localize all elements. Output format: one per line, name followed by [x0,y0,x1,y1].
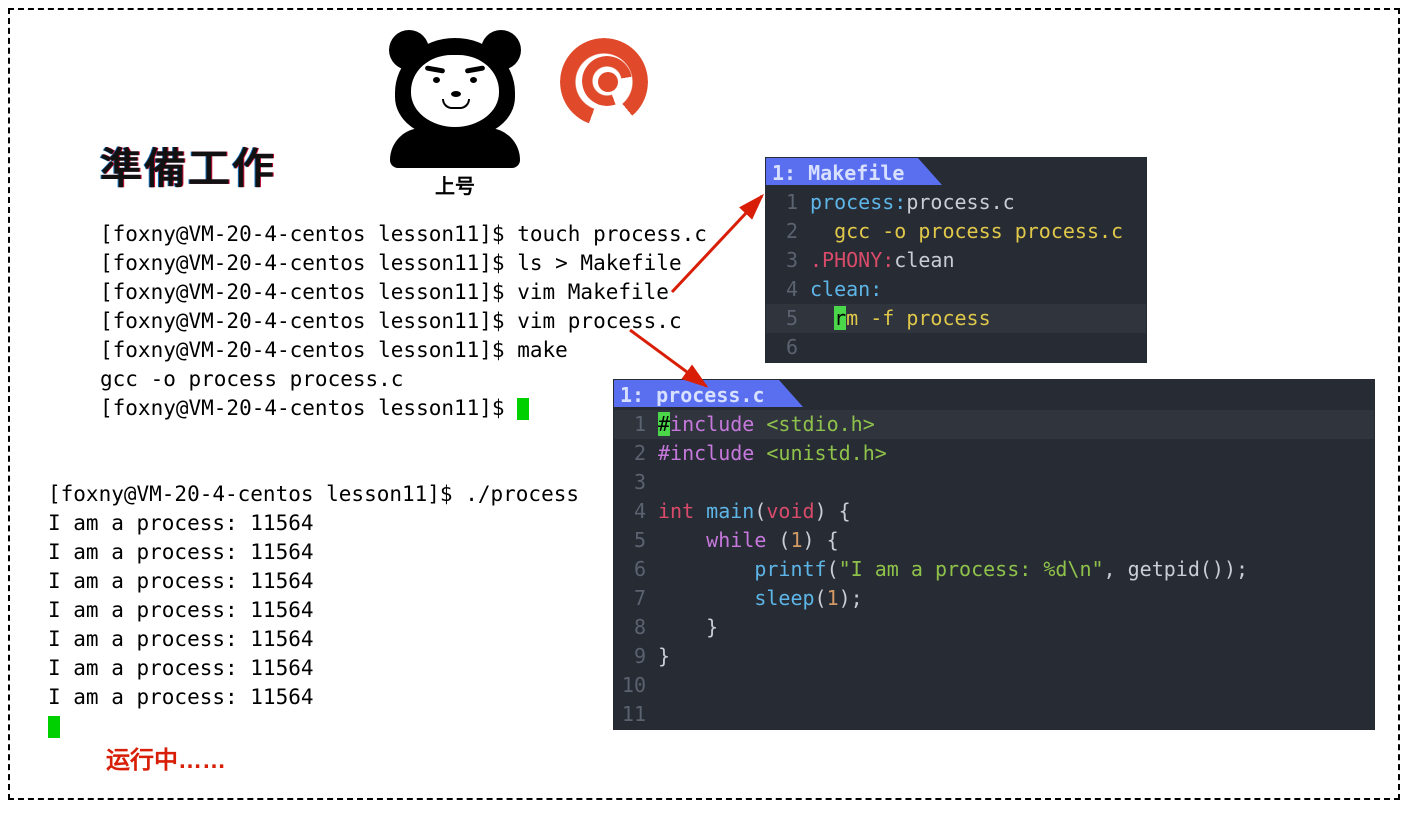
editor-tab-process[interactable]: 1: process.c [614,380,779,407]
running-label: 运行中…… [106,740,226,775]
panda-meme-image: 上号 [370,28,540,198]
editor-tab-makefile[interactable]: 1: Makefile [766,158,918,185]
editor-makefile: 1: Makefile 1process:process.c 2 gcc -o … [766,158,1146,362]
heading: 準備工作 [100,135,276,196]
spiral-logo-icon [560,38,652,130]
editor-process-c: 1: process.c 1#include <stdio.h> 2#inclu… [614,380,1374,729]
terminal-session-2: [foxny@VM-20-4-centos lesson11]$ ./proce… [48,480,579,741]
panda-caption: 上号 [370,170,540,199]
